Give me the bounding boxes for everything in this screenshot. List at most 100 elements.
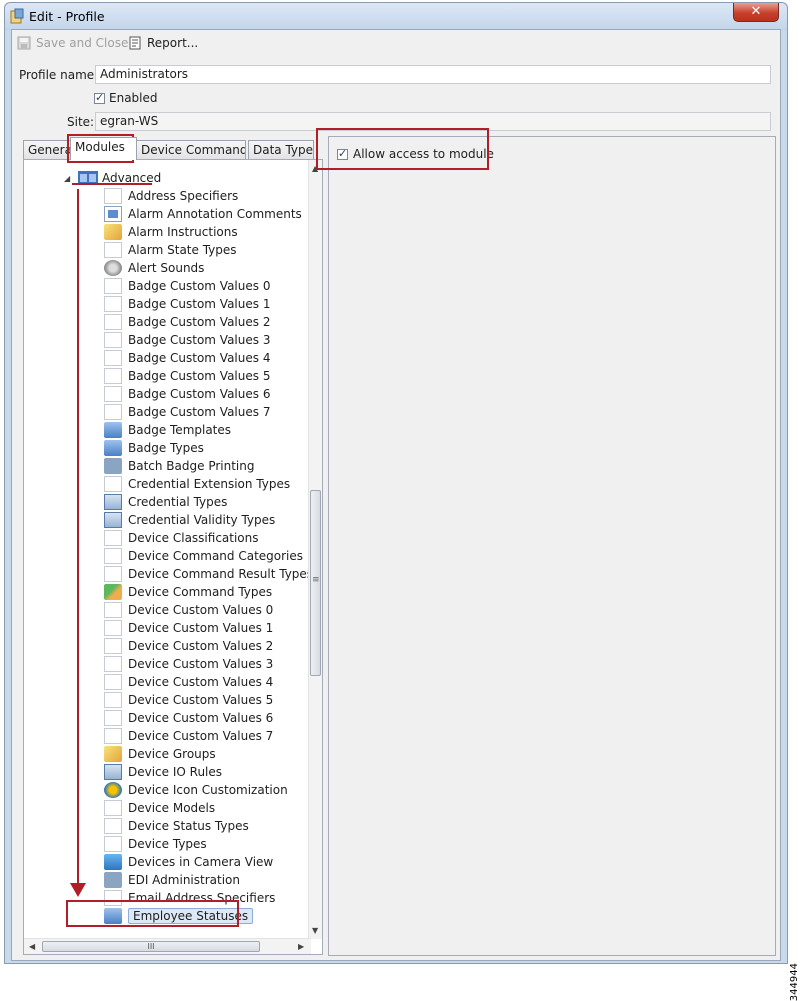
tree-item[interactable]: Device Custom Values 0 [104, 601, 273, 619]
profile-name-field[interactable]: Administrators [95, 65, 771, 84]
tree-item[interactable]: Credential Types [104, 493, 227, 511]
module-icon [104, 764, 122, 780]
tree-item[interactable]: Device Command Categories [104, 547, 303, 565]
tree-item-label: Alarm Instructions [128, 225, 238, 239]
tree-item[interactable]: Device Models [104, 799, 215, 817]
tree-item[interactable]: Badge Templates [104, 421, 231, 439]
tree-item-label: Device IO Rules [128, 765, 223, 779]
enabled-checkbox[interactable] [94, 91, 105, 104]
tree-item-label: Badge Custom Values 0 [128, 279, 271, 293]
tree-item[interactable]: Badge Custom Values 2 [104, 313, 270, 331]
module-icon [104, 422, 122, 438]
tree-item[interactable]: Badge Custom Values 5 [104, 367, 270, 385]
tree-item[interactable]: Address Specifiers [104, 187, 238, 205]
tree-item[interactable]: Device Custom Values 5 [104, 691, 273, 709]
tree-item-label: Badge Custom Values 3 [128, 333, 271, 347]
horizontal-scroll-thumb[interactable]: III [42, 941, 260, 952]
collapse-arrow-icon[interactable]: ◢ [64, 174, 74, 183]
tree-item[interactable]: Badge Custom Values 1 [104, 295, 270, 313]
tree-item[interactable]: Devices in Camera View [104, 853, 273, 871]
scroll-down-arrow-icon[interactable]: ▼ [312, 926, 318, 935]
tree-item[interactable]: Device Groups [104, 745, 216, 763]
tree-item[interactable]: Alert Sounds [104, 259, 204, 277]
report-icon [129, 36, 141, 50]
enabled-label: Enabled [109, 91, 158, 105]
tree-item[interactable]: Device Icon Customization [104, 781, 288, 799]
module-icon [104, 278, 122, 294]
allow-access-checkbox[interactable] [337, 147, 348, 160]
report-button[interactable]: Report... [128, 34, 198, 52]
tree-horizontal-scrollbar[interactable]: ◀ III ▶ [24, 938, 311, 954]
tab-modules[interactable]: Modules [70, 137, 137, 160]
module-icon [104, 620, 122, 636]
vertical-scroll-thumb[interactable]: ≡ [310, 490, 321, 676]
tree-item[interactable]: Alarm State Types [104, 241, 237, 259]
tree-item[interactable]: Credential Extension Types [104, 475, 290, 493]
scroll-left-arrow-icon[interactable]: ◀ [29, 942, 35, 951]
tree-item[interactable]: Credential Validity Types [104, 511, 275, 529]
title-bar: Edit - Profile ✕ [5, 3, 787, 31]
module-access-panel: Allow access to module [328, 136, 776, 956]
tree-item[interactable]: Batch Badge Printing [104, 457, 255, 475]
tree-item-label: Devices in Camera View [128, 855, 274, 869]
close-button[interactable]: ✕ [733, 3, 779, 22]
tree-item-label: Badge Custom Values 6 [128, 387, 271, 401]
tree-item[interactable]: Device Custom Values 7 [104, 727, 273, 745]
tab-data-types[interactable]: Data Types [248, 140, 314, 159]
tree-item[interactable]: Alarm Instructions [104, 223, 238, 241]
tree-item[interactable]: Badge Custom Values 4 [104, 349, 270, 367]
modules-tree[interactable]: ◢ Advanced Address Specifiers Alarm Annot… [24, 160, 311, 939]
vertical-grip-icon: ≡ [312, 575, 320, 585]
tree-item[interactable]: Badge Types [104, 439, 204, 457]
toolbar: Save and Close Report... [12, 30, 780, 56]
tree-item[interactable]: Device Status Types [104, 817, 249, 835]
tree-item[interactable]: Badge Custom Values 7 [104, 403, 270, 421]
report-label: Report... [147, 36, 199, 50]
tree-item-label: Device Classifications [128, 531, 259, 545]
tree-item[interactable]: Device Command Types [104, 583, 272, 601]
tree-item-label: Credential Types [128, 495, 228, 509]
module-icon [104, 872, 122, 888]
module-icon [104, 602, 122, 618]
tree-item-label: Alarm Annotation Comments [128, 207, 302, 221]
tree-item-label: Badge Custom Values 5 [128, 369, 271, 383]
tree-item-label: Device Custom Values 2 [128, 639, 274, 653]
tab-general[interactable]: General [23, 140, 71, 159]
save-and-close-button[interactable]: Save and Close [17, 34, 128, 52]
tab-device-commands[interactable]: Device Commands [136, 140, 246, 159]
module-icon [104, 674, 122, 690]
tree-item-label: Batch Badge Printing [128, 459, 255, 473]
tree-item[interactable]: Device Custom Values 6 [104, 709, 273, 727]
site-field: egran-WS [95, 112, 771, 131]
module-icon [104, 206, 122, 222]
tree-item[interactable]: Device Custom Values 1 [104, 619, 273, 637]
module-icon [104, 908, 122, 924]
module-icon [104, 260, 122, 276]
tree-item[interactable]: Device Custom Values 3 [104, 655, 273, 673]
tree-item[interactable]: Device Types [104, 835, 207, 853]
tree-item[interactable]: Device Custom Values 4 [104, 673, 273, 691]
allow-access-row[interactable]: Allow access to module [337, 147, 494, 161]
tree-item[interactable]: EDI Administration [104, 871, 240, 889]
tree-item[interactable]: Employee Statuses [104, 907, 254, 925]
module-icon [104, 890, 122, 906]
tree-item-label: Device Custom Values 3 [128, 657, 274, 671]
tree-item[interactable]: Device Custom Values 2 [104, 637, 273, 655]
scroll-up-arrow-icon[interactable]: ▲ [312, 164, 318, 173]
tree-vertical-scrollbar[interactable]: ▲ ≡ ▼ [308, 160, 322, 939]
tree-item[interactable]: Badge Custom Values 6 [104, 385, 270, 403]
enabled-checkbox-row[interactable]: Enabled [94, 91, 158, 105]
scroll-right-arrow-icon[interactable]: ▶ [298, 942, 304, 951]
window-title: Edit - Profile [29, 9, 105, 24]
tree-item[interactable]: Device IO Rules [104, 763, 222, 781]
tree-item[interactable]: Badge Custom Values 0 [104, 277, 270, 295]
tree-item[interactable]: Email Address Specifiers [104, 889, 275, 907]
tree-item-label: Employee Statuses [128, 908, 254, 924]
tree-item[interactable]: Device Command Result Types [104, 565, 311, 583]
tree-item-label: Device Command Result Types [128, 567, 311, 581]
module-icon [104, 638, 122, 654]
module-icon [104, 800, 122, 816]
tree-item[interactable]: Device Classifications [104, 529, 259, 547]
tree-item[interactable]: Badge Custom Values 3 [104, 331, 270, 349]
tree-item[interactable]: Alarm Annotation Comments [104, 205, 302, 223]
